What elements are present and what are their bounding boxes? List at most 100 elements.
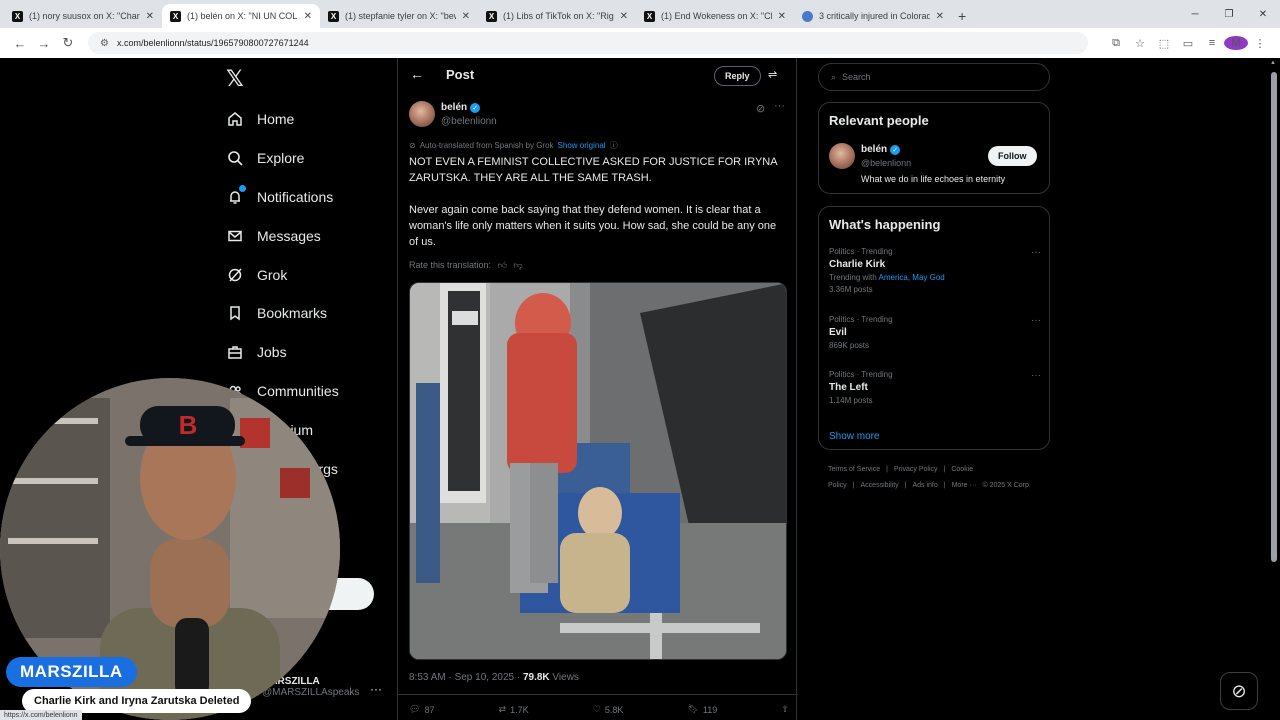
sidebar-item-label: Messages (257, 227, 321, 244)
reply-button[interactable]: Reply (714, 66, 761, 86)
thumbs-up-icon[interactable]: 👍︎ (498, 260, 507, 270)
rate-translation: Rate this translation: 👍︎ 👎︎ (409, 260, 523, 271)
footer-link[interactable]: Terms of Service (828, 466, 880, 473)
search-input[interactable]: ⌕ Search (818, 63, 1050, 91)
x-logo-icon[interactable]: 𝕏 (226, 66, 244, 92)
menu-icon[interactable]: ⋮ (1248, 37, 1272, 50)
browser-tab[interactable]: X (1) stepfanie tyler on X: "bewa ✕ (320, 4, 478, 28)
person-name[interactable]: belén ✓ (861, 144, 901, 155)
back-arrow-icon[interactable]: ← (410, 66, 424, 82)
more-icon[interactable]: ··· (1031, 247, 1041, 258)
follow-button[interactable]: Follow (988, 146, 1037, 166)
browser-tab[interactable]: 3 critically injured in Colorado ✕ (794, 4, 952, 28)
close-tab-icon[interactable]: ✕ (146, 11, 154, 22)
translate-icon: ⊘ (409, 141, 416, 150)
browser-tab[interactable]: X (1) Libs of TikTok on X: "Right o ✕ (478, 4, 636, 28)
post-video[interactable] (409, 282, 787, 660)
more-icon[interactable]: ··· (370, 682, 382, 696)
close-tab-icon[interactable]: ✕ (462, 11, 470, 22)
person-avatar[interactable] (829, 143, 855, 169)
more-icon[interactable]: ··· (1031, 315, 1041, 326)
sidebar-item-jobs[interactable]: Jobs (226, 333, 339, 372)
browser-tab[interactable]: X (1) End Wokeness on X: "Check ✕ (636, 4, 794, 28)
extensions-icon[interactable]: ⬚ (1152, 37, 1176, 50)
page-scrollbar[interactable]: ▲ (1270, 58, 1278, 720)
sidebar-item-notifications[interactable]: Notifications (226, 178, 339, 217)
show-original-link[interactable]: Show original (558, 141, 606, 150)
footer-link[interactable]: More ··· (952, 482, 977, 489)
bookmark-icon (226, 304, 244, 322)
sidebar-item-bookmarks[interactable]: Bookmarks (226, 294, 339, 333)
author-name[interactable]: belén ✓ (441, 102, 481, 113)
trend-item[interactable]: Politics · Trending The Left 1.14M posts… (829, 370, 1041, 405)
minimize-icon[interactable]: ─ (1178, 9, 1212, 20)
footer-separator: | (904, 482, 907, 489)
close-tab-icon[interactable]: ✕ (936, 11, 944, 22)
info-icon[interactable]: ⓘ (610, 140, 618, 151)
forward-icon[interactable]: → (32, 36, 56, 51)
trend-item[interactable]: Politics · Trending Charlie Kirk Trendin… (829, 247, 1041, 294)
repost-action[interactable]: ⇄ 1.7K (499, 704, 529, 715)
like-action[interactable]: ♡ 5.8K (593, 704, 624, 715)
share-icon[interactable]: ⇧ (781, 704, 789, 715)
close-tab-icon[interactable]: ✕ (620, 11, 628, 22)
sidebar-item-explore[interactable]: Explore (226, 139, 339, 178)
person-handle[interactable]: @belenlionn (861, 158, 911, 168)
browser-tab[interactable]: X (1) belén on X: "NI UN COLECT ✕ (162, 4, 320, 28)
sidebar-item-home[interactable]: Home (226, 100, 339, 139)
footer-separator: | (886, 466, 888, 473)
back-icon[interactable]: ← (8, 36, 32, 51)
media-icon[interactable]: ≡ (1200, 37, 1224, 49)
grok-floating-button[interactable]: ⊘ (1220, 672, 1258, 710)
install-icon[interactable]: ⧉ (1104, 37, 1128, 50)
site-info-icon[interactable]: ⚙ (100, 38, 109, 49)
close-window-icon[interactable]: ✕ (1246, 9, 1280, 20)
tab-title: (1) Libs of TikTok on X: "Right o (503, 11, 614, 21)
relevant-people-title: Relevant people (829, 113, 929, 128)
restore-icon[interactable]: ❐ (1212, 9, 1246, 20)
browser-tab[interactable]: X (1) nory suusox on X: "Charlie Ki ✕ (4, 4, 162, 28)
scroll-up-icon[interactable]: ▲ (1270, 60, 1276, 66)
trend-item[interactable]: Politics · Trending Evil 869K posts ··· (829, 315, 1041, 350)
footer-link[interactable]: Accessibility (861, 482, 899, 489)
reply-action[interactable]: 💬︎ 87 (409, 704, 434, 715)
verified-badge-icon: ✓ (470, 102, 481, 113)
video-frame-image (410, 283, 786, 659)
reload-icon[interactable]: ↻ (56, 35, 80, 51)
address-bar[interactable]: ⚙ x.com/belenlionn/status/19657908007276… (88, 32, 1088, 54)
close-tab-icon[interactable]: ✕ (778, 11, 786, 22)
trend-title: Evil (829, 327, 847, 338)
reply-count: 87 (424, 704, 435, 715)
footer-separator: | (943, 482, 946, 489)
author-handle[interactable]: @belenlionn (441, 116, 497, 127)
sidebar-item-messages[interactable]: Messages (226, 216, 339, 255)
footer-link[interactable]: Privacy Policy (894, 466, 938, 473)
views-count: 79.8K (522, 672, 550, 683)
sidebar-item-grok[interactable]: Grok (226, 255, 339, 294)
scrollbar-thumb[interactable] (1271, 72, 1277, 562)
grok-icon[interactable]: ⊘ (756, 102, 765, 115)
tab-title: (1) stepfanie tyler on X: "bewa (345, 11, 456, 21)
split-view-icon[interactable]: ▭ (1176, 37, 1200, 50)
more-icon[interactable]: ··· (1031, 370, 1041, 381)
profile-avatar[interactable]: M (1224, 36, 1248, 50)
heart-icon: ♡ (592, 704, 601, 714)
footer-link[interactable]: © 2025 X Corp. (982, 482, 1030, 489)
close-tab-icon[interactable]: ✕ (304, 11, 312, 22)
show-more-link[interactable]: Show more (829, 431, 880, 442)
new-tab-button[interactable]: + (958, 4, 966, 28)
settings-sliders-icon[interactable]: ⇌ (768, 68, 777, 81)
footer-link[interactable]: Ads info (912, 482, 937, 489)
trend-title: Charlie Kirk (829, 259, 886, 270)
star-icon[interactable]: ☆ (1128, 37, 1152, 50)
trend-context-link[interactable]: America, May God (879, 273, 945, 282)
verified-badge-icon: ✓ (890, 144, 901, 155)
sidebar-item-label: Explore (257, 150, 305, 167)
sidebar-item-label: Jobs (257, 344, 287, 361)
thumbs-down-icon[interactable]: 👎︎ (513, 260, 522, 270)
author-avatar[interactable] (409, 101, 435, 127)
trend-category: Politics · Trending (829, 247, 893, 256)
post-timestamp[interactable]: 8:53 AM · Sep 10, 2025 · (409, 672, 523, 683)
bookmark-action[interactable]: 🔖︎ 119 (687, 704, 717, 715)
more-icon[interactable]: ··· (774, 100, 785, 112)
